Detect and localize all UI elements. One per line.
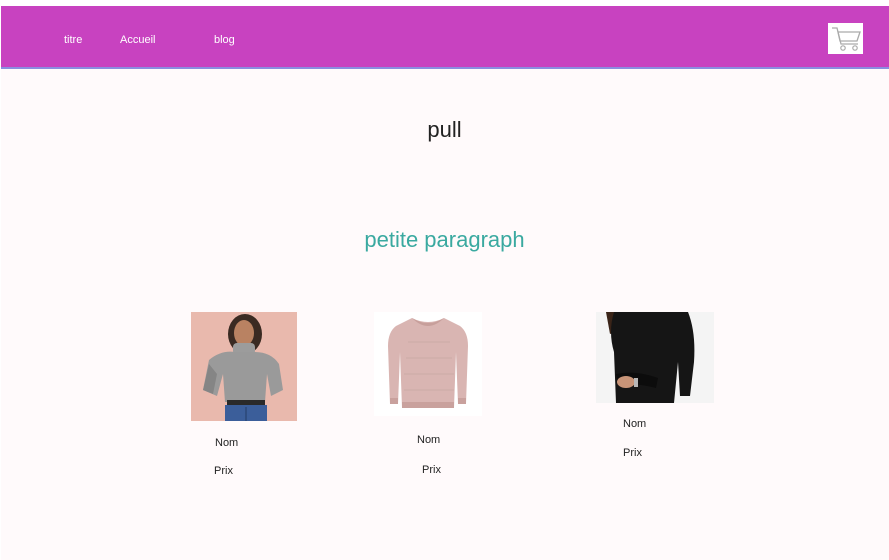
nav-link-titre[interactable]: titre [64,34,82,47]
product-2-name: Nom [417,434,441,446]
product-image-grey-sweater[interactable] [191,312,297,421]
product-3-name: Nom [623,418,647,430]
pink-sweater-photo [374,312,482,416]
product-1-price: Prix [214,465,233,477]
grey-sweater-photo [191,312,297,421]
subtitle-paragraph: petite paragraph [364,227,525,252]
page-background [1,6,889,560]
product-1-name: Nom [215,437,239,449]
black-sweater-photo [596,312,714,403]
product-image-pink-sweater[interactable] [374,312,482,416]
product-2-price: Prix [422,464,441,476]
product-3-price: Prix [623,447,642,459]
nav-link-accueil[interactable]: Accueil [120,34,155,47]
cart-button[interactable] [828,23,863,54]
shopping-cart-icon [832,27,861,51]
nav-link-blog[interactable]: blog [214,34,235,47]
product-image-black-sweater[interactable] [596,312,714,403]
page-title: pull [427,117,462,142]
